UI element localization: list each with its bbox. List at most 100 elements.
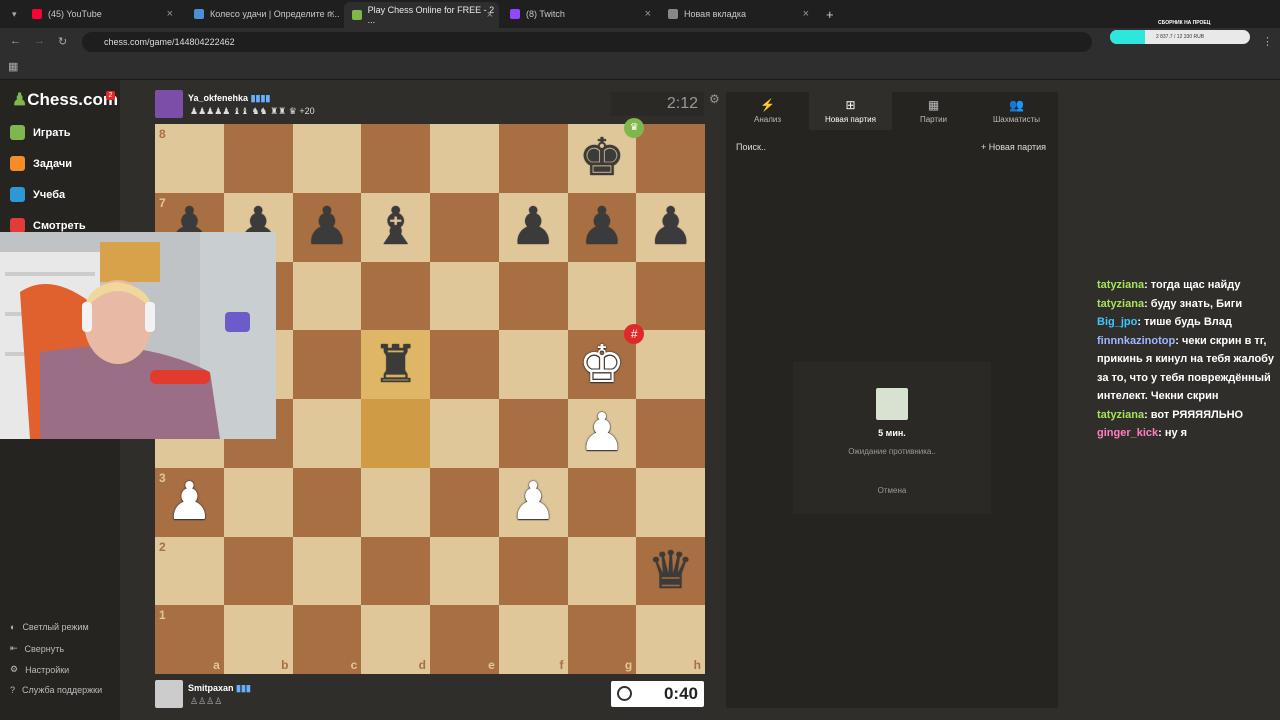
- opponent-name[interactable]: Ya_okfenehka ▮▮▮▮: [188, 93, 270, 104]
- url-field[interactable]: chess.com/game/144804222462: [82, 32, 1092, 52]
- logo[interactable]: ♟Chess.com: [12, 90, 118, 110]
- square-f2[interactable]: [498, 536, 568, 606]
- browser-tab[interactable]: Новая вкладка ×: [660, 4, 815, 24]
- settings-link[interactable]: ⚙ Настройки: [10, 664, 69, 675]
- sidebar-item-puzzles[interactable]: Задачи: [10, 156, 72, 171]
- square-f3[interactable]: ♟: [498, 467, 568, 537]
- square-c6[interactable]: [292, 261, 362, 331]
- sidebar-item-learn[interactable]: Учеба: [10, 187, 65, 202]
- square-g7[interactable]: ♟: [567, 192, 637, 262]
- square-g6[interactable]: [567, 261, 637, 331]
- new-tab-button[interactable]: +: [818, 4, 838, 24]
- square-e7[interactable]: [430, 192, 499, 262]
- close-tab-icon[interactable]: ×: [329, 8, 335, 20]
- square-g8[interactable]: ♚ ♛: [567, 118, 645, 193]
- menu-icon[interactable]: ⋮: [1262, 35, 1273, 48]
- black-queen-piece[interactable]: ♛: [647, 545, 694, 597]
- square-c1[interactable]: c: [292, 605, 362, 674]
- reload-icon[interactable]: ↻: [58, 35, 67, 48]
- light-mode-toggle[interactable]: ◐ Светлый режим: [10, 622, 89, 632]
- tab-players[interactable]: 👥 Шахматисты: [975, 92, 1058, 130]
- back-icon[interactable]: ←: [10, 35, 21, 47]
- browser-tab[interactable]: (8) Twitch ×: [502, 4, 657, 24]
- white-pawn-piece[interactable]: ♟: [510, 476, 557, 528]
- white-pawn-piece[interactable]: ♟: [579, 407, 626, 459]
- black-pawn-piece[interactable]: ♟: [647, 201, 694, 253]
- apps-icon[interactable]: ▦: [8, 60, 18, 73]
- square-h5[interactable]: [636, 330, 705, 399]
- sidebar-item-watch[interactable]: Смотреть: [10, 218, 86, 233]
- square-f1[interactable]: f: [498, 605, 568, 674]
- square-e4[interactable]: [430, 399, 499, 468]
- square-f6[interactable]: [498, 261, 568, 331]
- square-c2[interactable]: [292, 536, 362, 606]
- forward-icon[interactable]: →: [34, 35, 45, 47]
- square-h7[interactable]: ♟: [636, 192, 705, 262]
- support-link[interactable]: ? Служба поддержки: [10, 685, 102, 695]
- square-f4[interactable]: [498, 399, 568, 468]
- player-name[interactable]: Smitpaxan ▮▮▮: [188, 683, 251, 694]
- close-tab-icon[interactable]: ×: [167, 8, 173, 20]
- square-e8[interactable]: [430, 124, 499, 193]
- new-game-button[interactable]: + Новая партия: [981, 142, 1046, 152]
- square-d1[interactable]: d: [361, 605, 430, 674]
- tab-search-icon[interactable]: ▾: [4, 4, 20, 24]
- opponent-avatar[interactable]: [155, 90, 183, 118]
- black-king-piece[interactable]: ♚: [579, 132, 626, 184]
- square-f7[interactable]: ♟: [498, 192, 568, 262]
- square-d2[interactable]: [361, 536, 430, 606]
- square-a3[interactable]: 3 ♟: [155, 467, 224, 537]
- tab-games[interactable]: ▦ Партии: [892, 92, 975, 130]
- square-f5[interactable]: [498, 330, 568, 399]
- browser-tab-active[interactable]: Play Chess Online for FREE - 2 ... ×: [344, 2, 499, 28]
- board-settings-icon[interactable]: ⚙: [709, 92, 720, 106]
- white-king-piece[interactable]: ♚: [579, 339, 626, 391]
- white-pawn-piece[interactable]: ♟: [166, 476, 213, 528]
- square-c3[interactable]: [292, 467, 362, 537]
- sidebar-item-play[interactable]: Играть: [10, 125, 70, 140]
- tab-analysis[interactable]: ⚡ Анализ: [726, 92, 809, 130]
- square-b1[interactable]: b: [223, 605, 293, 674]
- square-h2[interactable]: ♛: [636, 536, 705, 606]
- browser-tab[interactable]: (45) YouTube ×: [24, 4, 179, 24]
- square-b8[interactable]: [223, 124, 293, 193]
- collapse-button[interactable]: ⇤ Свернуть: [10, 643, 64, 654]
- square-a2[interactable]: 2: [155, 536, 224, 606]
- square-e2[interactable]: [430, 536, 499, 606]
- square-e6[interactable]: [430, 261, 499, 331]
- black-pawn-piece[interactable]: ♟: [304, 201, 351, 253]
- square-b2[interactable]: [223, 536, 293, 606]
- tab-new-game[interactable]: ⊞ Новая партия: [809, 92, 892, 130]
- square-h3[interactable]: [636, 467, 705, 537]
- square-h4[interactable]: [636, 399, 705, 468]
- square-c8[interactable]: [292, 124, 362, 193]
- square-h1[interactable]: h: [636, 605, 705, 674]
- square-d3[interactable]: [361, 467, 430, 537]
- black-pawn-piece[interactable]: ♟: [579, 201, 626, 253]
- square-a8[interactable]: 8: [155, 124, 224, 193]
- square-h6[interactable]: [636, 261, 705, 331]
- square-e5[interactable]: [430, 330, 499, 399]
- square-d6[interactable]: [361, 261, 430, 331]
- square-e3[interactable]: [430, 467, 499, 537]
- square-d7[interactable]: ♝: [361, 192, 430, 262]
- square-d4[interactable]: [361, 399, 430, 468]
- black-rook-piece[interactable]: ♜: [372, 339, 419, 391]
- square-d8[interactable]: [361, 124, 430, 193]
- close-tab-icon[interactable]: ×: [645, 8, 651, 20]
- player-avatar[interactable]: [155, 680, 183, 708]
- square-d5[interactable]: ♜: [361, 330, 430, 399]
- square-b3[interactable]: [223, 467, 293, 537]
- square-a1[interactable]: 1a: [155, 605, 224, 674]
- square-g3[interactable]: [567, 467, 637, 537]
- square-g5[interactable]: ♚ #: [567, 324, 645, 399]
- black-pawn-piece[interactable]: ♟: [510, 201, 557, 253]
- square-g1[interactable]: g: [567, 605, 637, 674]
- browser-tab[interactable]: Колесо удачи | Определите п... ×: [186, 4, 341, 24]
- square-f8[interactable]: [498, 124, 568, 193]
- square-h8[interactable]: [636, 124, 705, 193]
- square-g4[interactable]: ♟: [567, 399, 637, 468]
- square-c7[interactable]: ♟: [292, 192, 362, 262]
- close-tab-icon[interactable]: ×: [803, 8, 809, 20]
- square-c4[interactable]: [292, 399, 362, 468]
